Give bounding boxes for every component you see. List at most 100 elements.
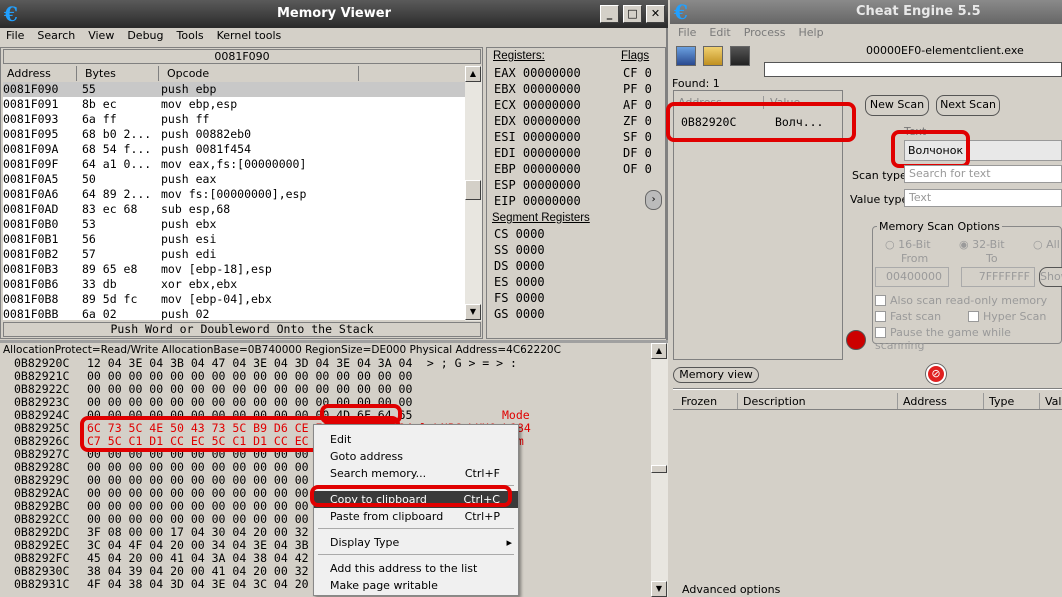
disasm-row[interactable]: 0081F0B6 33 db xor ebx,ebx <box>3 277 465 292</box>
pause-checkbox[interactable] <box>875 327 886 338</box>
segment-value[interactable]: CS 0000 <box>494 226 545 242</box>
register-value[interactable]: EBP 00000000 <box>494 161 581 177</box>
disasm-row[interactable]: 0081F0B2 57 push edi <box>3 247 465 262</box>
address-list[interactable] <box>673 411 1062 581</box>
hyper-checkbox[interactable] <box>968 311 979 322</box>
disasm-row[interactable]: 0081F093 6a ff push ff <box>3 112 465 127</box>
menu-search[interactable]: Search <box>37 29 75 42</box>
menu-view[interactable]: View <box>88 29 114 42</box>
pointer-icon[interactable] <box>846 330 866 350</box>
scroll-thumb[interactable] <box>465 180 481 200</box>
menu-debug[interactable]: Debug <box>127 29 163 42</box>
register-value[interactable]: EDI 00000000 <box>494 145 581 161</box>
scroll-down-arrow[interactable]: ▼ <box>465 304 481 320</box>
menu-tools[interactable]: Tools <box>177 29 204 42</box>
disasm-row[interactable]: 0081F095 68 b0 2... push 00882eb0 <box>3 127 465 142</box>
ce-menu-process[interactable]: Process <box>744 26 786 39</box>
disasm-row[interactable]: 0081F0B1 56 push esi <box>3 232 465 247</box>
flag-value[interactable]: OF 0 <box>623 161 652 177</box>
list-col-frozen[interactable]: Frozen <box>681 395 717 408</box>
save-icon[interactable] <box>730 46 750 66</box>
col-bytes[interactable]: Bytes <box>81 66 159 81</box>
opt-pause[interactable]: Pause the game while scanning <box>875 326 1061 352</box>
hex-scroll-thumb[interactable] <box>651 465 667 473</box>
segment-value[interactable]: DS 0000 <box>494 258 545 274</box>
flag-value[interactable]: CF 0 <box>623 65 652 81</box>
hex-scrollbar[interactable]: ▲ ▼ <box>651 343 668 597</box>
clear-list-icon[interactable]: ⊘ <box>926 364 946 384</box>
disasm-row[interactable]: 0081F0A6 64 89 2... mov fs:[00000000],esp <box>3 187 465 202</box>
disasm-row[interactable]: 0081F0B8 89 5d fc mov [ebp-04],ebx <box>3 292 465 307</box>
open-process-icon[interactable] <box>676 46 696 66</box>
flag-value[interactable]: ZF 0 <box>623 113 652 129</box>
list-col-value[interactable]: Value <box>1045 395 1062 408</box>
register-value[interactable]: EDX 00000000 <box>494 113 581 129</box>
opt-fast[interactable]: Fast scan <box>875 310 941 323</box>
menu-kernel-tools[interactable]: Kernel tools <box>217 29 282 42</box>
close-button[interactable]: ✕ <box>646 5 665 23</box>
list-col-address[interactable]: Address <box>903 395 947 408</box>
fast-checkbox[interactable] <box>875 311 886 322</box>
context-menu-item[interactable]: Add this address to the list <box>314 560 518 577</box>
segment-value[interactable]: FS 0000 <box>494 290 545 306</box>
mv-titlebar[interactable]: € Memory Viewer _ □ ✕ <box>0 0 668 28</box>
ce-menu-file[interactable]: File <box>678 26 696 39</box>
col-opcode[interactable]: Opcode <box>163 66 359 81</box>
list-col-type[interactable]: Type <box>989 395 1014 408</box>
radio-32bit[interactable]: ◉ 32-Bit <box>959 238 1005 251</box>
maximize-button[interactable]: □ <box>623 5 642 23</box>
register-value[interactable]: EIP 00000000 <box>494 193 581 209</box>
ce-titlebar[interactable]: € Cheat Engine 5.5 <box>670 0 1062 24</box>
readonly-checkbox[interactable] <box>875 295 886 306</box>
context-menu-item[interactable]: Make page writable <box>314 577 518 594</box>
next-scan-button[interactable]: Next Scan <box>936 95 1000 116</box>
new-scan-button[interactable]: New Scan <box>865 95 929 116</box>
segment-value[interactable]: SS 0000 <box>494 242 545 258</box>
disasm-row[interactable]: 0081F090 55 push ebp <box>3 82 465 97</box>
segment-value[interactable]: GS 0000 <box>494 306 545 322</box>
ce-menu-help[interactable]: Help <box>798 26 823 39</box>
context-menu-item[interactable]: Search memory... Ctrl+F <box>314 465 518 482</box>
context-menu-item[interactable]: Paste from clipboard Ctrl+P <box>314 508 518 525</box>
register-value[interactable]: ECX 00000000 <box>494 97 581 113</box>
register-value[interactable]: ESP 00000000 <box>494 177 581 193</box>
flag-value[interactable]: PF 0 <box>623 81 652 97</box>
col-address[interactable]: Address <box>3 66 77 81</box>
disasm-row[interactable]: 0081F091 8b ec mov ebp,esp <box>3 97 465 112</box>
splitter[interactable] <box>0 340 668 343</box>
segment-value[interactable]: ES 0000 <box>494 274 545 290</box>
register-value[interactable]: ESI 00000000 <box>494 129 581 145</box>
show-button[interactable]: Show <box>1039 267 1062 287</box>
hex-scroll-down-arrow[interactable]: ▼ <box>651 581 667 597</box>
flag-value[interactable]: SF 0 <box>623 129 652 145</box>
disasm-row[interactable]: 0081F0B3 89 65 e8 mov [ebp-18],esp <box>3 262 465 277</box>
disasm-address-bar[interactable]: 0081F090 <box>3 49 481 64</box>
radio-all[interactable]: ○ All <box>1033 238 1060 251</box>
flag-value[interactable]: DF 0 <box>623 145 652 161</box>
expand-arrow-icon[interactable]: › <box>645 190 662 210</box>
radio-16bit[interactable]: ○ 16-Bit <box>885 238 931 251</box>
disasm-row[interactable]: 0081F09A 68 54 f... push 0081f454 <box>3 142 465 157</box>
disasm-row[interactable]: 0081F0AD 83 ec 68 sub esp,68 <box>3 202 465 217</box>
from-input[interactable]: 00400000 <box>875 267 949 287</box>
disasm-row[interactable]: 0081F0A5 50 push eax <box>3 172 465 187</box>
disasm-row[interactable]: 0081F09F 64 a1 0... mov eax,fs:[00000000] <box>3 157 465 172</box>
disasm-row[interactable]: 0081F0BB 6a 02 push 02 <box>3 307 465 320</box>
flag-value[interactable]: AF 0 <box>623 97 652 113</box>
register-value[interactable]: EAX 00000000 <box>494 65 581 81</box>
context-menu-item[interactable]: Display Type ▸ <box>314 534 518 551</box>
value-type-select[interactable]: Text <box>904 189 1062 207</box>
disasm-scrollbar[interactable]: ▲ ▼ <box>465 66 482 321</box>
scan-type-select[interactable]: Search for text <box>904 165 1062 183</box>
context-menu-item[interactable]: Edit <box>314 431 518 448</box>
scroll-up-arrow[interactable]: ▲ <box>465 66 481 82</box>
disasm-row[interactable]: 0081F0B0 53 push ebx <box>3 217 465 232</box>
advanced-options[interactable]: Advanced options <box>682 583 780 596</box>
opt-hyper[interactable]: Hyper Scan <box>968 310 1046 323</box>
register-value[interactable]: EBX 00000000 <box>494 81 581 97</box>
to-input[interactable]: 7FFFFFFF <box>961 267 1035 287</box>
ce-menu-edit[interactable]: Edit <box>709 26 730 39</box>
hex-scroll-up-arrow[interactable]: ▲ <box>651 343 667 359</box>
memory-view-button[interactable]: Memory view <box>673 367 759 383</box>
menu-file[interactable]: File <box>6 29 24 42</box>
